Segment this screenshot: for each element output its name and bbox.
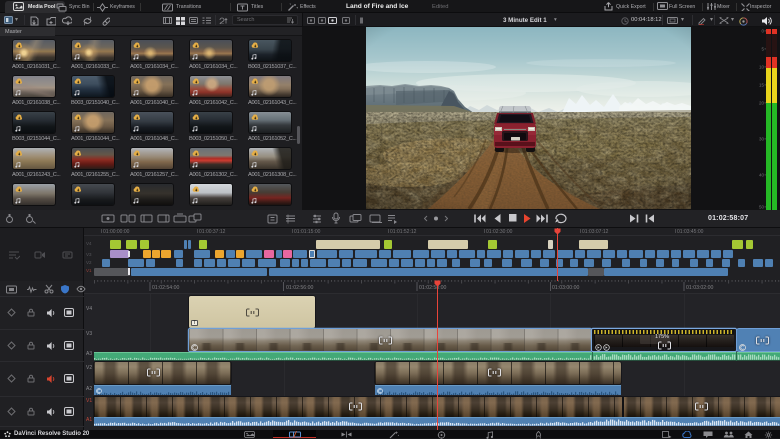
svg-text:0: 0	[761, 29, 764, 34]
svg-text:40: 40	[759, 173, 765, 178]
svg-text:50: 50	[759, 205, 765, 210]
svg-text:15: 15	[759, 83, 765, 88]
svg-text:30: 30	[759, 137, 765, 142]
svg-text:10: 10	[759, 65, 765, 70]
svg-text:5: 5	[761, 47, 764, 52]
svg-text:20: 20	[759, 101, 765, 106]
